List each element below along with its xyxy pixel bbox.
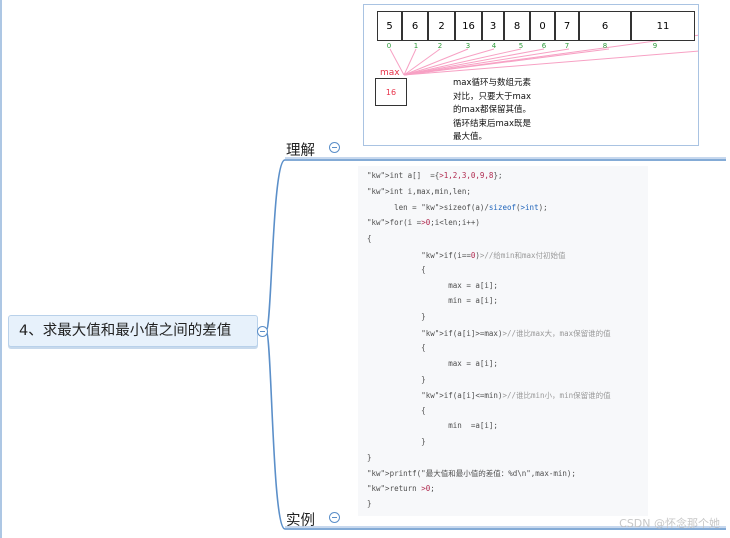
array-index: 3 bbox=[465, 42, 471, 50]
array-cell: 2 bbox=[428, 11, 455, 41]
array-cell: 16 bbox=[455, 11, 482, 41]
array-index: 0 bbox=[386, 42, 392, 50]
code-line: } bbox=[367, 437, 426, 446]
array-index: 1 bbox=[413, 42, 419, 50]
watermark: CSDN @怀念那个她 bbox=[619, 517, 720, 530]
array-index: 4 bbox=[491, 42, 497, 50]
code-line: max = a[i]; bbox=[367, 281, 498, 290]
note-line: 循环结束后max既是 bbox=[453, 118, 532, 129]
collapse-toggle-central[interactable] bbox=[257, 326, 268, 337]
code-line: "kw">printf("最大值和最小值的差值：%d\n",max-min); bbox=[367, 469, 576, 478]
collapse-toggle-example[interactable] bbox=[329, 512, 340, 523]
max-variable-label: max bbox=[380, 68, 400, 78]
code-line: } bbox=[367, 499, 372, 508]
array-cell: 11 bbox=[631, 11, 695, 41]
array-index: 9 bbox=[652, 42, 658, 50]
note-line: 最大值。 bbox=[453, 132, 488, 142]
code-line: "kw">return >0; bbox=[367, 484, 435, 493]
code-line: max = a[i]; bbox=[367, 359, 498, 368]
code-line: "kw">int i,max,min,len; bbox=[367, 187, 471, 196]
array-index: 5 bbox=[518, 42, 524, 50]
explanation-note: max循环与数组元素 对比，只要大于max 的max都保留其值。 循环结束后ma… bbox=[453, 77, 563, 145]
array-index: 6 bbox=[541, 42, 547, 50]
code-line: "kw">for(i =>0;i<len;i++) bbox=[367, 218, 480, 227]
array-index: 2 bbox=[437, 42, 443, 50]
array-max-diagram: 5 6 2 16 3 8 0 7 6 11 0 1 2 3 4 5 6 7 8 … bbox=[363, 4, 699, 146]
code-line: min =a[i]; bbox=[367, 421, 498, 430]
code-line: } bbox=[367, 453, 372, 462]
code-line: { bbox=[367, 265, 426, 274]
array-cell: 7 bbox=[555, 11, 579, 41]
array-cell: 3 bbox=[482, 11, 504, 41]
code-line: min = a[i]; bbox=[367, 296, 498, 305]
code-line: { bbox=[367, 406, 426, 415]
code-line: } bbox=[367, 312, 426, 321]
note-line: 对比，只要大于max bbox=[453, 91, 532, 102]
central-topic-label: 4、求最大值和最小值之间的差值 bbox=[19, 323, 232, 339]
array-cell: 5 bbox=[377, 11, 402, 41]
code-line: "kw">if(i==0)>//给min和max付初始值 bbox=[421, 251, 566, 260]
code-line: "kw">if(a[i]>=max)>//谁比max大，max保留谁的值 bbox=[421, 329, 611, 338]
array-cell: 6 bbox=[402, 11, 428, 41]
max-variable-box: 16 bbox=[375, 78, 407, 106]
note-line: max循环与数组元素 bbox=[453, 78, 532, 88]
branch-example-label[interactable]: 实例 bbox=[286, 509, 315, 530]
code-line: } bbox=[367, 375, 426, 384]
code-line: "kw">if(a[i]<=min)>//谁比min小，min保留谁的值 bbox=[421, 391, 611, 400]
array-cell: 8 bbox=[504, 11, 530, 41]
central-topic[interactable]: 4、求最大值和最小值之间的差值 bbox=[8, 315, 258, 347]
code-example-panel: "kw">int a[] ={>1,2,3,0,9,8}; "kw">int i… bbox=[358, 166, 648, 516]
array-cell: 0 bbox=[530, 11, 555, 41]
array-index: 8 bbox=[602, 42, 608, 50]
code-line: { bbox=[367, 234, 372, 243]
code-line: { bbox=[367, 343, 426, 352]
code-line: "kw">int a[] ={>1,2,3,0,9,8}; bbox=[367, 171, 503, 180]
array-cell: 6 bbox=[579, 11, 631, 41]
branch-understand-label[interactable]: 理解 bbox=[286, 139, 315, 160]
collapse-toggle-understand[interactable] bbox=[329, 142, 340, 153]
note-line: 的max都保留其值。 bbox=[453, 105, 532, 115]
max-variable-value: 16 bbox=[385, 87, 397, 97]
array-index: 7 bbox=[564, 42, 570, 50]
code-line: len = "kw">sizeof(a)/sizeof(>int); bbox=[367, 203, 548, 212]
